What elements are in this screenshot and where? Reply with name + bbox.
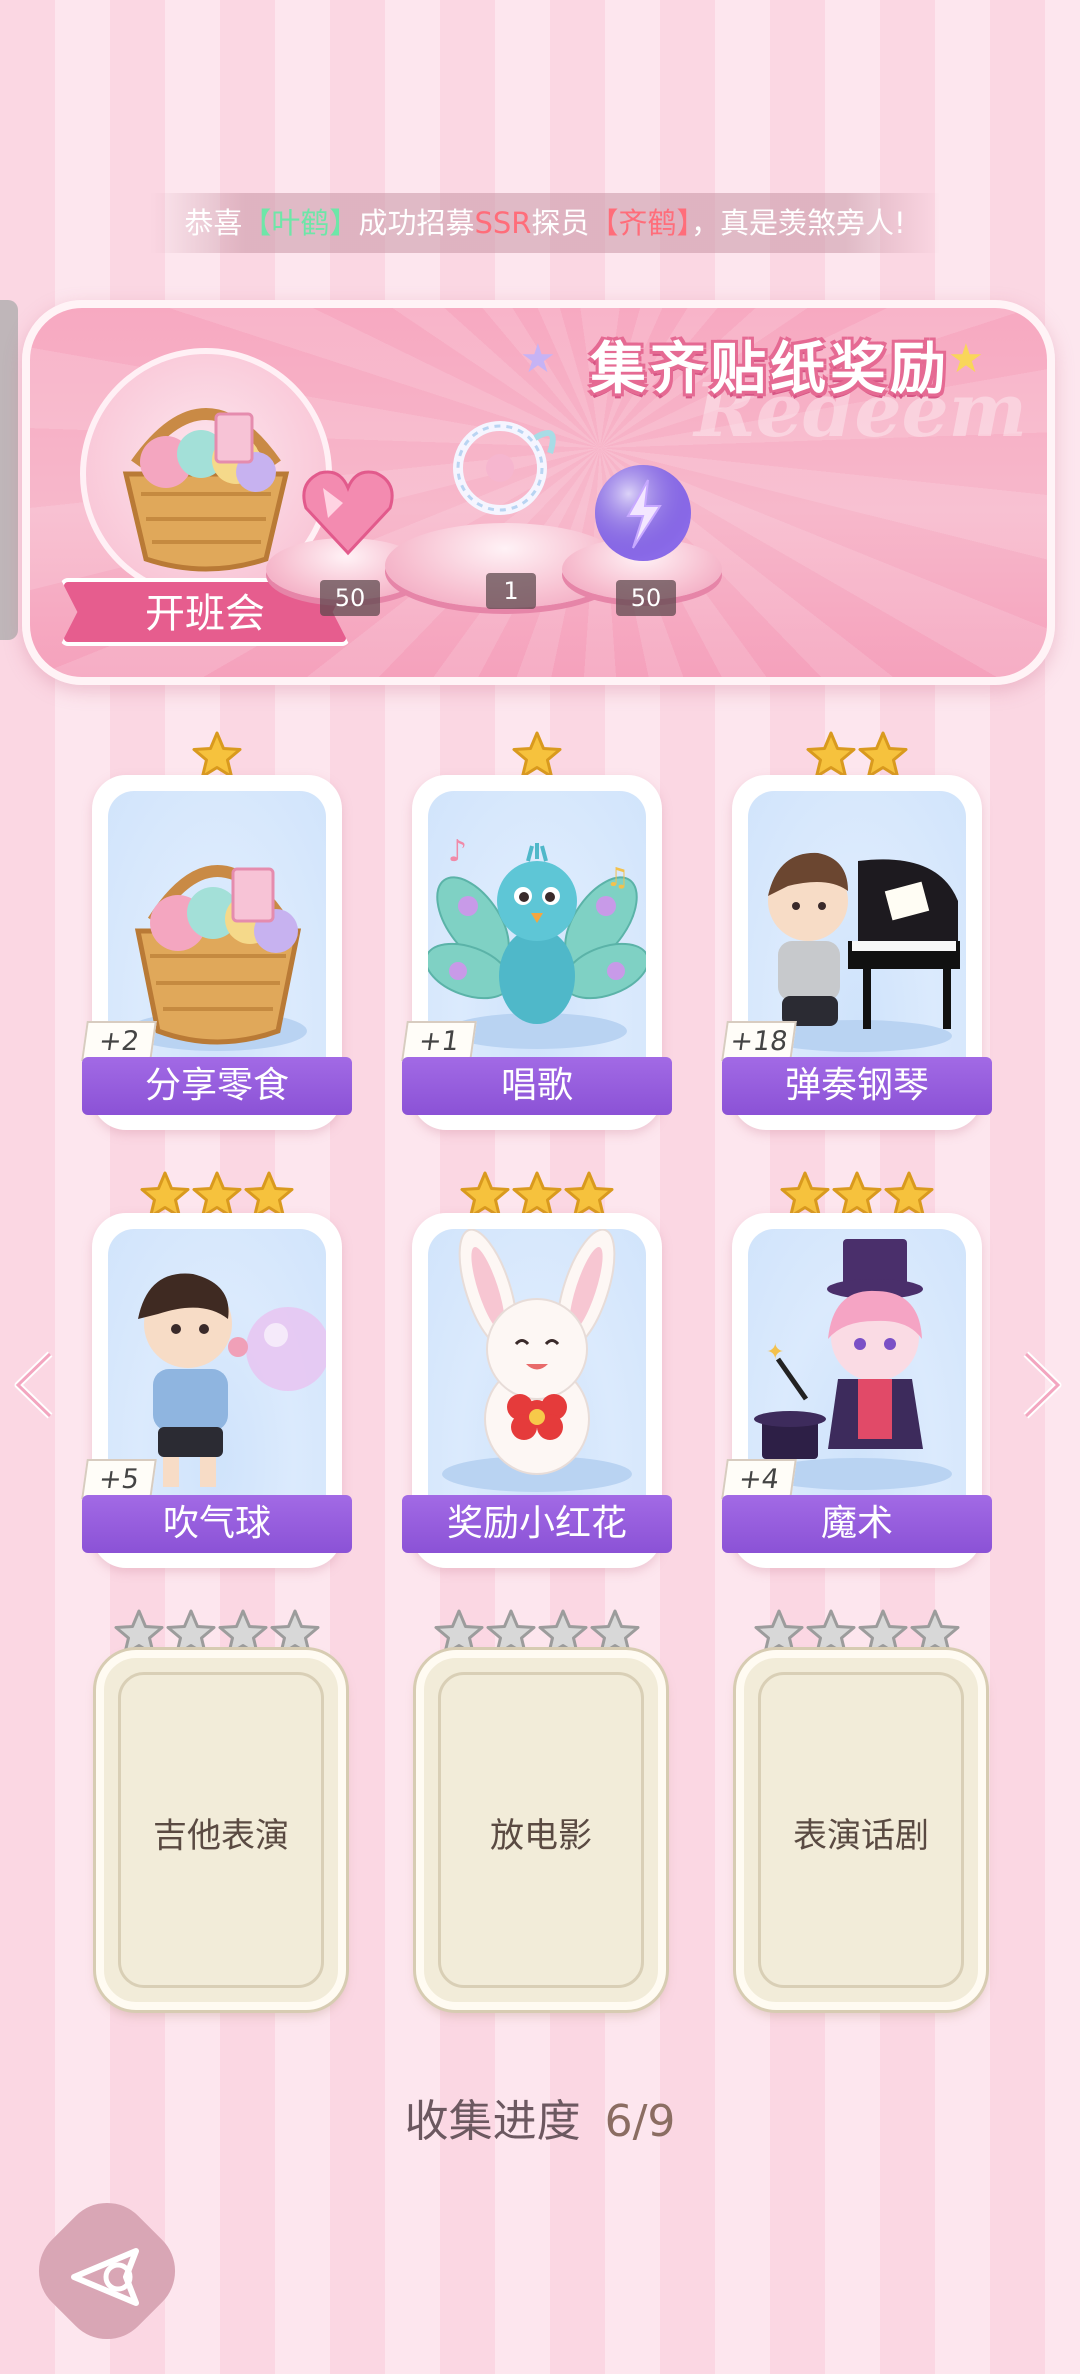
- card-label: 分享零食: [82, 1057, 352, 1115]
- card-art: [428, 1229, 646, 1499]
- bonus-badge: +4: [721, 1459, 797, 1499]
- sticker-card[interactable]: 奖励小红花: [402, 1213, 672, 1568]
- locked-sticker-card[interactable]: 放电影: [416, 1650, 666, 2010]
- progress-value: 6/9: [604, 2096, 676, 2147]
- bonus-badge: +2: [81, 1021, 157, 1061]
- announcement-ticker: 恭喜【叶鹤】成功招募SSR探员【齐鹤】，真是羡煞旁人!: [150, 193, 940, 253]
- next-page-arrow-icon[interactable]: [1020, 1350, 1064, 1437]
- lightning-orb-icon[interactable]: [588, 458, 698, 568]
- sticker-card[interactable]: +5 吹气球: [81, 1213, 352, 1568]
- locked-card-label: 吉他表演: [153, 1816, 289, 1856]
- banner-title: 集齐贴纸奖励: [590, 337, 950, 402]
- reward-count: 50: [320, 580, 380, 616]
- ticker-rarity: SSR: [474, 206, 532, 240]
- sparkle-icon: ★: [520, 336, 556, 382]
- bonus-badge: +5: [81, 1459, 157, 1499]
- reward-count: 1: [486, 573, 536, 609]
- svg-text:♪: ♪: [448, 834, 467, 869]
- ticker-middle2: 探员: [531, 206, 590, 240]
- card-label: 弹奏钢琴: [722, 1057, 992, 1115]
- back-arrow-icon: [71, 2248, 139, 2306]
- ticker-prefix: 恭喜: [184, 206, 243, 240]
- card-label: 魔术: [722, 1495, 992, 1553]
- progress-label: 收集进度: [404, 2096, 581, 2147]
- bunny-flower-icon: [442, 1229, 632, 1492]
- bonus-badge: +18: [721, 1021, 797, 1061]
- sticker-card[interactable]: ✦ +4 魔术: [721, 1213, 992, 1568]
- svg-text:✦: ✦: [766, 1340, 784, 1365]
- locked-card-label: 放电影: [490, 1816, 592, 1856]
- crystal-ring-icon[interactable]: [440, 408, 570, 528]
- card-label: 奖励小红花: [402, 1495, 672, 1553]
- ticker-player: 【叶鹤】: [242, 206, 359, 240]
- ticker-middle1: 成功招募: [358, 206, 475, 240]
- locked-sticker-card[interactable]: 表演话剧: [736, 1650, 986, 2010]
- collection-progress: 收集进度 6/9: [0, 2085, 1080, 2149]
- sticker-card[interactable]: +2 分享零食: [81, 775, 352, 1130]
- reward-count: 50: [616, 580, 676, 616]
- svg-text:♫: ♫: [606, 863, 629, 893]
- locked-card-label: 表演话剧: [793, 1816, 929, 1856]
- bonus-badge: +1: [401, 1021, 477, 1061]
- sticker-card[interactable]: +18 弹奏钢琴: [721, 775, 992, 1130]
- locked-sticker-card[interactable]: 吉他表演: [96, 1650, 346, 2010]
- reward-banner: Redeem 集齐贴纸奖励 ★ ★ 开班会 50 1 50: [22, 300, 1055, 685]
- sparkle-icon: ★: [948, 336, 984, 382]
- prev-page-arrow-icon[interactable]: [12, 1350, 56, 1437]
- heart-gem-icon[interactable]: [298, 463, 398, 558]
- card-label: 唱歌: [402, 1057, 672, 1115]
- sticker-card[interactable]: ♪ ♫ +1 唱歌: [401, 775, 672, 1130]
- side-drawer-handle[interactable]: [0, 300, 18, 640]
- ticker-agent: 【齐鹤】: [589, 206, 691, 240]
- ticker-suffix: ，真是羡煞旁人!: [690, 206, 906, 240]
- card-label: 吹气球: [82, 1495, 352, 1553]
